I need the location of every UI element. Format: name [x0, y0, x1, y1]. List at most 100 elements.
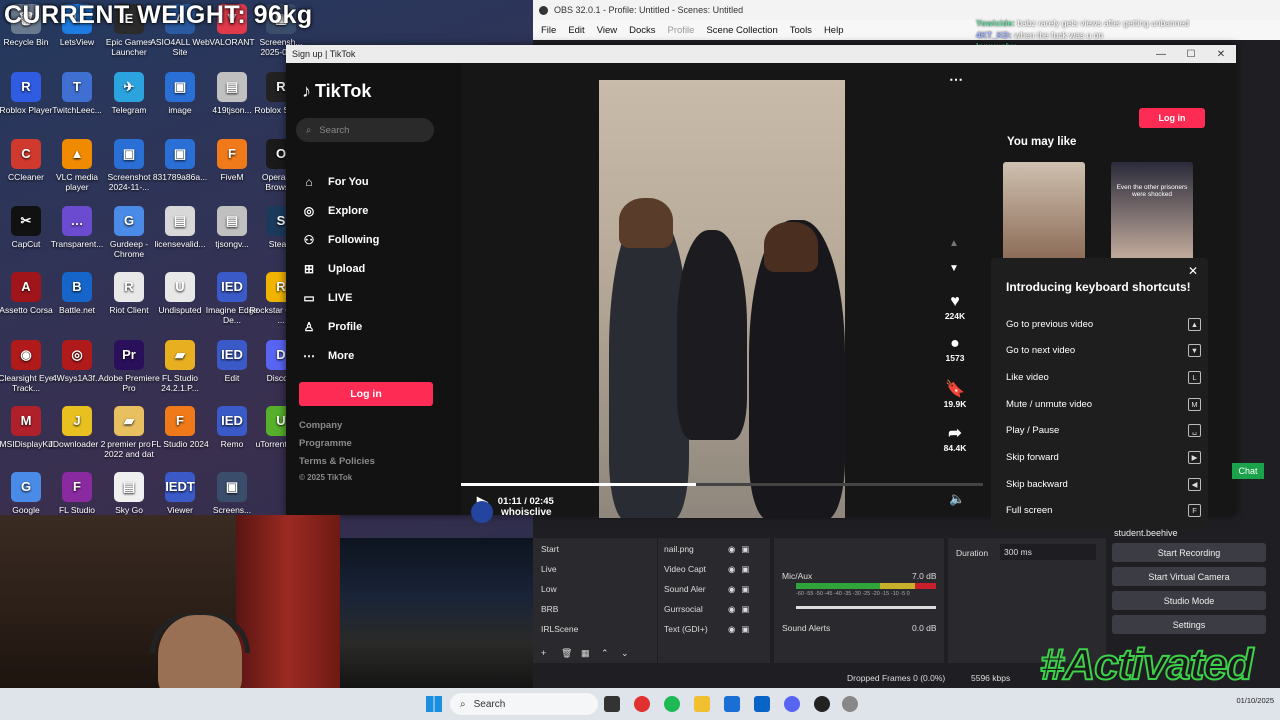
- lock-icon[interactable]: ▣: [741, 604, 749, 615]
- previous-video-icon[interactable]: ▲: [949, 238, 959, 249]
- spotify-icon[interactable]: [664, 696, 680, 712]
- comment-action[interactable]: ● 1573: [931, 335, 979, 363]
- scene-trash-icon[interactable]: 🗑: [561, 648, 572, 659]
- nav-item-following[interactable]: ⚇ Following: [302, 230, 442, 250]
- store-icon[interactable]: [724, 696, 740, 712]
- save-action[interactable]: 🔖 19.9K: [931, 381, 979, 409]
- source-item[interactable]: Text (GDI+) ◉ ▣: [664, 621, 764, 637]
- chat-line: Yowicide: babz rarely gets views after g…: [976, 18, 1276, 30]
- eye-icon[interactable]: ◉: [728, 564, 735, 575]
- maximize-icon[interactable]: ☐: [1176, 49, 1206, 60]
- shortcut-row: Go to previous video ▲: [1006, 316, 1201, 332]
- mixer-alerts-label: Sound Alerts: [782, 623, 831, 633]
- recommended-thumb-1[interactable]: [1003, 162, 1085, 262]
- chat-username[interactable]: 4KT_KD:: [976, 30, 1012, 40]
- taskbar-date: 01/10/2025: [1236, 696, 1274, 705]
- control-start-recording-button[interactable]: Start Recording: [1112, 543, 1266, 562]
- settings-icon[interactable]: [842, 696, 858, 712]
- share-action[interactable]: ➦ 84.4K: [931, 425, 979, 453]
- scene-plus-icon[interactable]: +: [541, 648, 546, 658]
- chat-username[interactable]: Yowicide:: [976, 18, 1015, 28]
- eye-icon[interactable]: ◉: [728, 624, 735, 635]
- scene-item[interactable]: Start: [539, 541, 649, 557]
- opera-icon[interactable]: [634, 696, 650, 712]
- menu-file[interactable]: File: [541, 25, 556, 36]
- source-item[interactable]: Gurrsocial ◉ ▣: [664, 601, 764, 617]
- like-icon[interactable]: ♥: [931, 293, 979, 311]
- comment-icon[interactable]: ●: [931, 335, 979, 353]
- scene-item[interactable]: Live: [539, 561, 649, 577]
- eye-icon[interactable]: ◉: [728, 604, 735, 615]
- source-item[interactable]: Sound Aler ◉ ▣: [664, 581, 764, 597]
- lock-icon[interactable]: ▣: [741, 584, 749, 595]
- footer-company[interactable]: Company: [299, 420, 342, 431]
- windows-start-icon[interactable]: [426, 696, 442, 712]
- footer-programme[interactable]: Programme: [299, 438, 352, 449]
- menu-view[interactable]: View: [597, 25, 617, 36]
- keyboard-shortcuts-popup: ✕ Introducing keyboard shortcuts! Go to …: [991, 258, 1208, 530]
- save-icon[interactable]: 🔖: [931, 381, 979, 399]
- creator-username[interactable]: whoisclive: [501, 507, 552, 518]
- nav-item-for-you[interactable]: ⌂ For You: [302, 172, 442, 192]
- nav-item-explore[interactable]: ◎ Explore: [302, 201, 442, 221]
- menu-edit[interactable]: Edit: [568, 25, 584, 36]
- login-button[interactable]: Log in: [299, 382, 433, 406]
- scene-down-icon[interactable]: ⌄: [621, 648, 629, 659]
- nav-item-upload[interactable]: ⊞ Upload: [302, 259, 442, 279]
- taskbar-search[interactable]: ⌕ Search: [450, 693, 598, 715]
- file-explorer-icon[interactable]: [694, 696, 710, 712]
- obs-icon[interactable]: [814, 696, 830, 712]
- nav-item-more[interactable]: ⋯ More: [302, 346, 442, 366]
- nav-item-live[interactable]: ▭ LIVE: [302, 288, 442, 308]
- volume-icon[interactable]: 🔈: [949, 491, 965, 507]
- desktop-icon[interactable]: ▣ Screens...: [200, 472, 264, 515]
- scene-filter-icon[interactable]: ▦: [581, 648, 590, 659]
- gurdeep-chrome-icon: G: [114, 206, 144, 236]
- lock-icon[interactable]: ▣: [741, 624, 749, 635]
- recommended-thumb-2[interactable]: Even the other prisoners were shocked: [1111, 162, 1193, 262]
- close-icon[interactable]: ✕: [1206, 49, 1236, 60]
- lock-icon[interactable]: ▣: [741, 564, 749, 575]
- source-item[interactable]: Video Capt ◉ ▣: [664, 561, 764, 577]
- discord-icon[interactable]: [784, 696, 800, 712]
- menu-help[interactable]: Help: [824, 25, 844, 36]
- share-icon[interactable]: ➦: [931, 425, 979, 443]
- shortcut-label: Full screen: [1006, 505, 1053, 517]
- video-player[interactable]: [599, 80, 845, 518]
- menu-profile[interactable]: Profile: [668, 25, 695, 36]
- scene-item[interactable]: IRLScene: [539, 621, 649, 637]
- menu-tools[interactable]: Tools: [790, 25, 812, 36]
- scene-item[interactable]: BRB: [539, 601, 649, 617]
- nav-item-profile[interactable]: ♙ Profile: [302, 317, 442, 337]
- scene-item[interactable]: Low: [539, 581, 649, 597]
- control-studio-mode-button[interactable]: Studio Mode: [1112, 591, 1266, 610]
- next-video-icon[interactable]: ▼: [949, 263, 959, 274]
- menu-docks[interactable]: Docks: [629, 25, 655, 36]
- more-options-icon[interactable]: ⋯: [949, 71, 963, 88]
- tiktok-logo[interactable]: ♪ TikTok: [302, 81, 371, 102]
- avatar[interactable]: [471, 501, 493, 523]
- chat-tab[interactable]: Chat: [1232, 463, 1264, 479]
- control-settings-button[interactable]: Settings: [1112, 615, 1266, 634]
- scene-up-icon[interactable]: ⌃: [601, 648, 609, 659]
- footer-terms[interactable]: Terms & Policies: [299, 456, 375, 467]
- close-icon[interactable]: ✕: [1188, 264, 1198, 278]
- search-input[interactable]: ⌕ Search: [296, 118, 434, 142]
- header-login-button[interactable]: Log in: [1139, 108, 1205, 128]
- shortcut-label: Skip backward: [1006, 478, 1068, 490]
- source-item[interactable]: nail.png ◉ ▣: [664, 541, 764, 557]
- mic-volume-slider[interactable]: [796, 606, 936, 609]
- control-start-virtual-camera-button[interactable]: Start Virtual Camera: [1112, 567, 1266, 586]
- screens-icon: ▣: [217, 472, 247, 502]
- lock-icon[interactable]: ▣: [741, 544, 749, 555]
- video-progress-bar[interactable]: [461, 483, 983, 486]
- nav-label: LIVE: [328, 292, 353, 304]
- minimize-icon[interactable]: —: [1146, 49, 1176, 60]
- task-view-icon[interactable]: [604, 696, 620, 712]
- outlook-icon[interactable]: [754, 696, 770, 712]
- eye-icon[interactable]: ◉: [728, 584, 735, 595]
- eye-icon[interactable]: ◉: [728, 544, 735, 555]
- like-action[interactable]: ♥ 224K: [931, 293, 979, 321]
- duration-input[interactable]: 300 ms: [1000, 544, 1096, 560]
- menu-scene-collection[interactable]: Scene Collection: [706, 25, 777, 36]
